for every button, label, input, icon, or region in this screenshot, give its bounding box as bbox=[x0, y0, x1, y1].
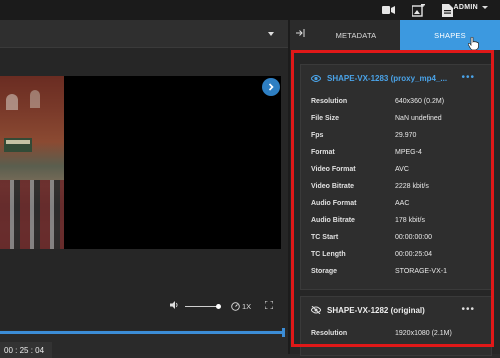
timeline-bar[interactable] bbox=[0, 328, 285, 337]
player-toolbar bbox=[0, 20, 288, 48]
video-camera-icon[interactable] bbox=[381, 3, 395, 17]
player-area: 1X 00 : 25 : 04 bbox=[0, 20, 288, 358]
shape-title: SHAPE-VX-1282 (original) bbox=[327, 305, 425, 315]
eye-icon[interactable] bbox=[310, 69, 322, 87]
metadata-label: Video Bitrate bbox=[311, 183, 355, 190]
next-button[interactable] bbox=[262, 78, 280, 96]
metadata-row: TC Length 00:00:25:04 bbox=[311, 246, 491, 263]
shape-card: SHAPE-VX-1282 (original) ••• Resolution 1… bbox=[300, 296, 492, 356]
metadata-label: Format bbox=[311, 149, 335, 156]
metadata-row: Video Bitrate 2228 kbit/s bbox=[311, 178, 491, 195]
metadata-value: 2228 kbit/s bbox=[395, 183, 429, 190]
metadata-row: Format MPEG-4 bbox=[311, 144, 491, 161]
chevron-right-icon bbox=[268, 83, 274, 91]
shape-card: SHAPE-VX-1283 (proxy_mp4_... ••• Resolut… bbox=[300, 64, 492, 290]
user-label: ADMIN bbox=[453, 4, 478, 11]
metadata-value: NaN undefined bbox=[395, 115, 442, 122]
metadata-value: MPEG-4 bbox=[395, 149, 422, 156]
video-frame bbox=[0, 76, 64, 249]
video-player[interactable] bbox=[0, 48, 288, 330]
metadata-label: Video Format bbox=[311, 166, 356, 173]
metadata-value: 1920x1080 (2.1M) bbox=[395, 330, 452, 337]
timecode-display: 00 : 25 : 04 bbox=[0, 342, 52, 358]
document-icon[interactable] bbox=[440, 3, 454, 17]
metadata-value: AAC bbox=[395, 200, 410, 207]
chevron-down-icon[interactable] bbox=[268, 32, 274, 36]
metadata-label: Resolution bbox=[311, 98, 348, 105]
fullscreen-icon[interactable] bbox=[264, 300, 274, 311]
speed-button[interactable]: 1X bbox=[231, 302, 251, 311]
metadata-label: Storage bbox=[311, 268, 338, 275]
volume-icon[interactable] bbox=[170, 301, 179, 311]
metadata-label: TC Start bbox=[311, 234, 339, 241]
collapse-panel-icon[interactable] bbox=[296, 29, 305, 39]
shape-title: SHAPE-VX-1283 (proxy_mp4_... bbox=[327, 73, 448, 83]
metadata-value: 00:00:00:00 bbox=[395, 234, 432, 241]
timeline-playhead[interactable] bbox=[282, 328, 285, 337]
speedometer-icon bbox=[231, 301, 240, 311]
metadata-row: Storage STORAGE-VX-1 bbox=[311, 263, 491, 280]
metadata-row: Video Format AVC bbox=[311, 161, 491, 178]
metadata-row: Resolution 640x360 (0.2M) bbox=[311, 93, 491, 110]
metadata-value: STORAGE-VX-1 bbox=[395, 268, 447, 275]
metadata-row: Audio Bitrate 178 kbit/s bbox=[311, 212, 491, 229]
player-controls: 1X bbox=[170, 298, 274, 314]
metadata-value: 178 kbit/s bbox=[395, 217, 425, 224]
metadata-value: 00:00:25:04 bbox=[395, 251, 432, 258]
eye-off-icon[interactable] bbox=[310, 301, 322, 319]
metadata-label: TC Length bbox=[311, 251, 346, 258]
side-panel: METADATA SHAPES SHAPE-VX-1283 (proxy_mp4… bbox=[290, 20, 500, 356]
more-options-icon[interactable]: ••• bbox=[461, 304, 475, 315]
metadata-label: Resolution bbox=[311, 330, 348, 337]
metadata-row: File Size NaN undefined bbox=[311, 110, 491, 127]
tab-metadata[interactable]: METADATA bbox=[312, 20, 400, 50]
volume-slider[interactable] bbox=[185, 303, 221, 309]
metadata-label: Audio Bitrate bbox=[311, 217, 355, 224]
metadata-label: Fps bbox=[311, 132, 324, 139]
panel-tabs: METADATA SHAPES bbox=[290, 20, 500, 51]
tab-shapes[interactable]: SHAPES bbox=[400, 20, 500, 50]
metadata-row: Resolution 1920x1080 (2.1M) bbox=[311, 325, 491, 342]
metadata-label: File Size bbox=[311, 115, 340, 122]
metadata-value: 29.970 bbox=[395, 132, 417, 139]
chevron-down-icon bbox=[482, 6, 488, 9]
top-bar: ADMIN bbox=[0, 0, 500, 20]
more-options-icon[interactable]: ••• bbox=[461, 72, 475, 83]
hand-cursor-icon bbox=[467, 36, 479, 55]
metadata-value: 640x360 (0.2M) bbox=[395, 98, 445, 105]
volume-knob[interactable] bbox=[216, 303, 221, 309]
metadata-value: AVC bbox=[395, 166, 409, 173]
add-image-icon[interactable] bbox=[411, 3, 425, 17]
metadata-row: TC Start 00:00:00:00 bbox=[311, 229, 491, 246]
metadata-label: Audio Format bbox=[311, 200, 357, 207]
video-viewport[interactable] bbox=[64, 76, 281, 249]
speed-label: 1X bbox=[242, 301, 252, 311]
user-menu[interactable]: ADMIN bbox=[454, 4, 488, 11]
metadata-row: Fps 29.970 bbox=[311, 127, 491, 144]
metadata-row: Audio Format AAC bbox=[311, 195, 491, 212]
